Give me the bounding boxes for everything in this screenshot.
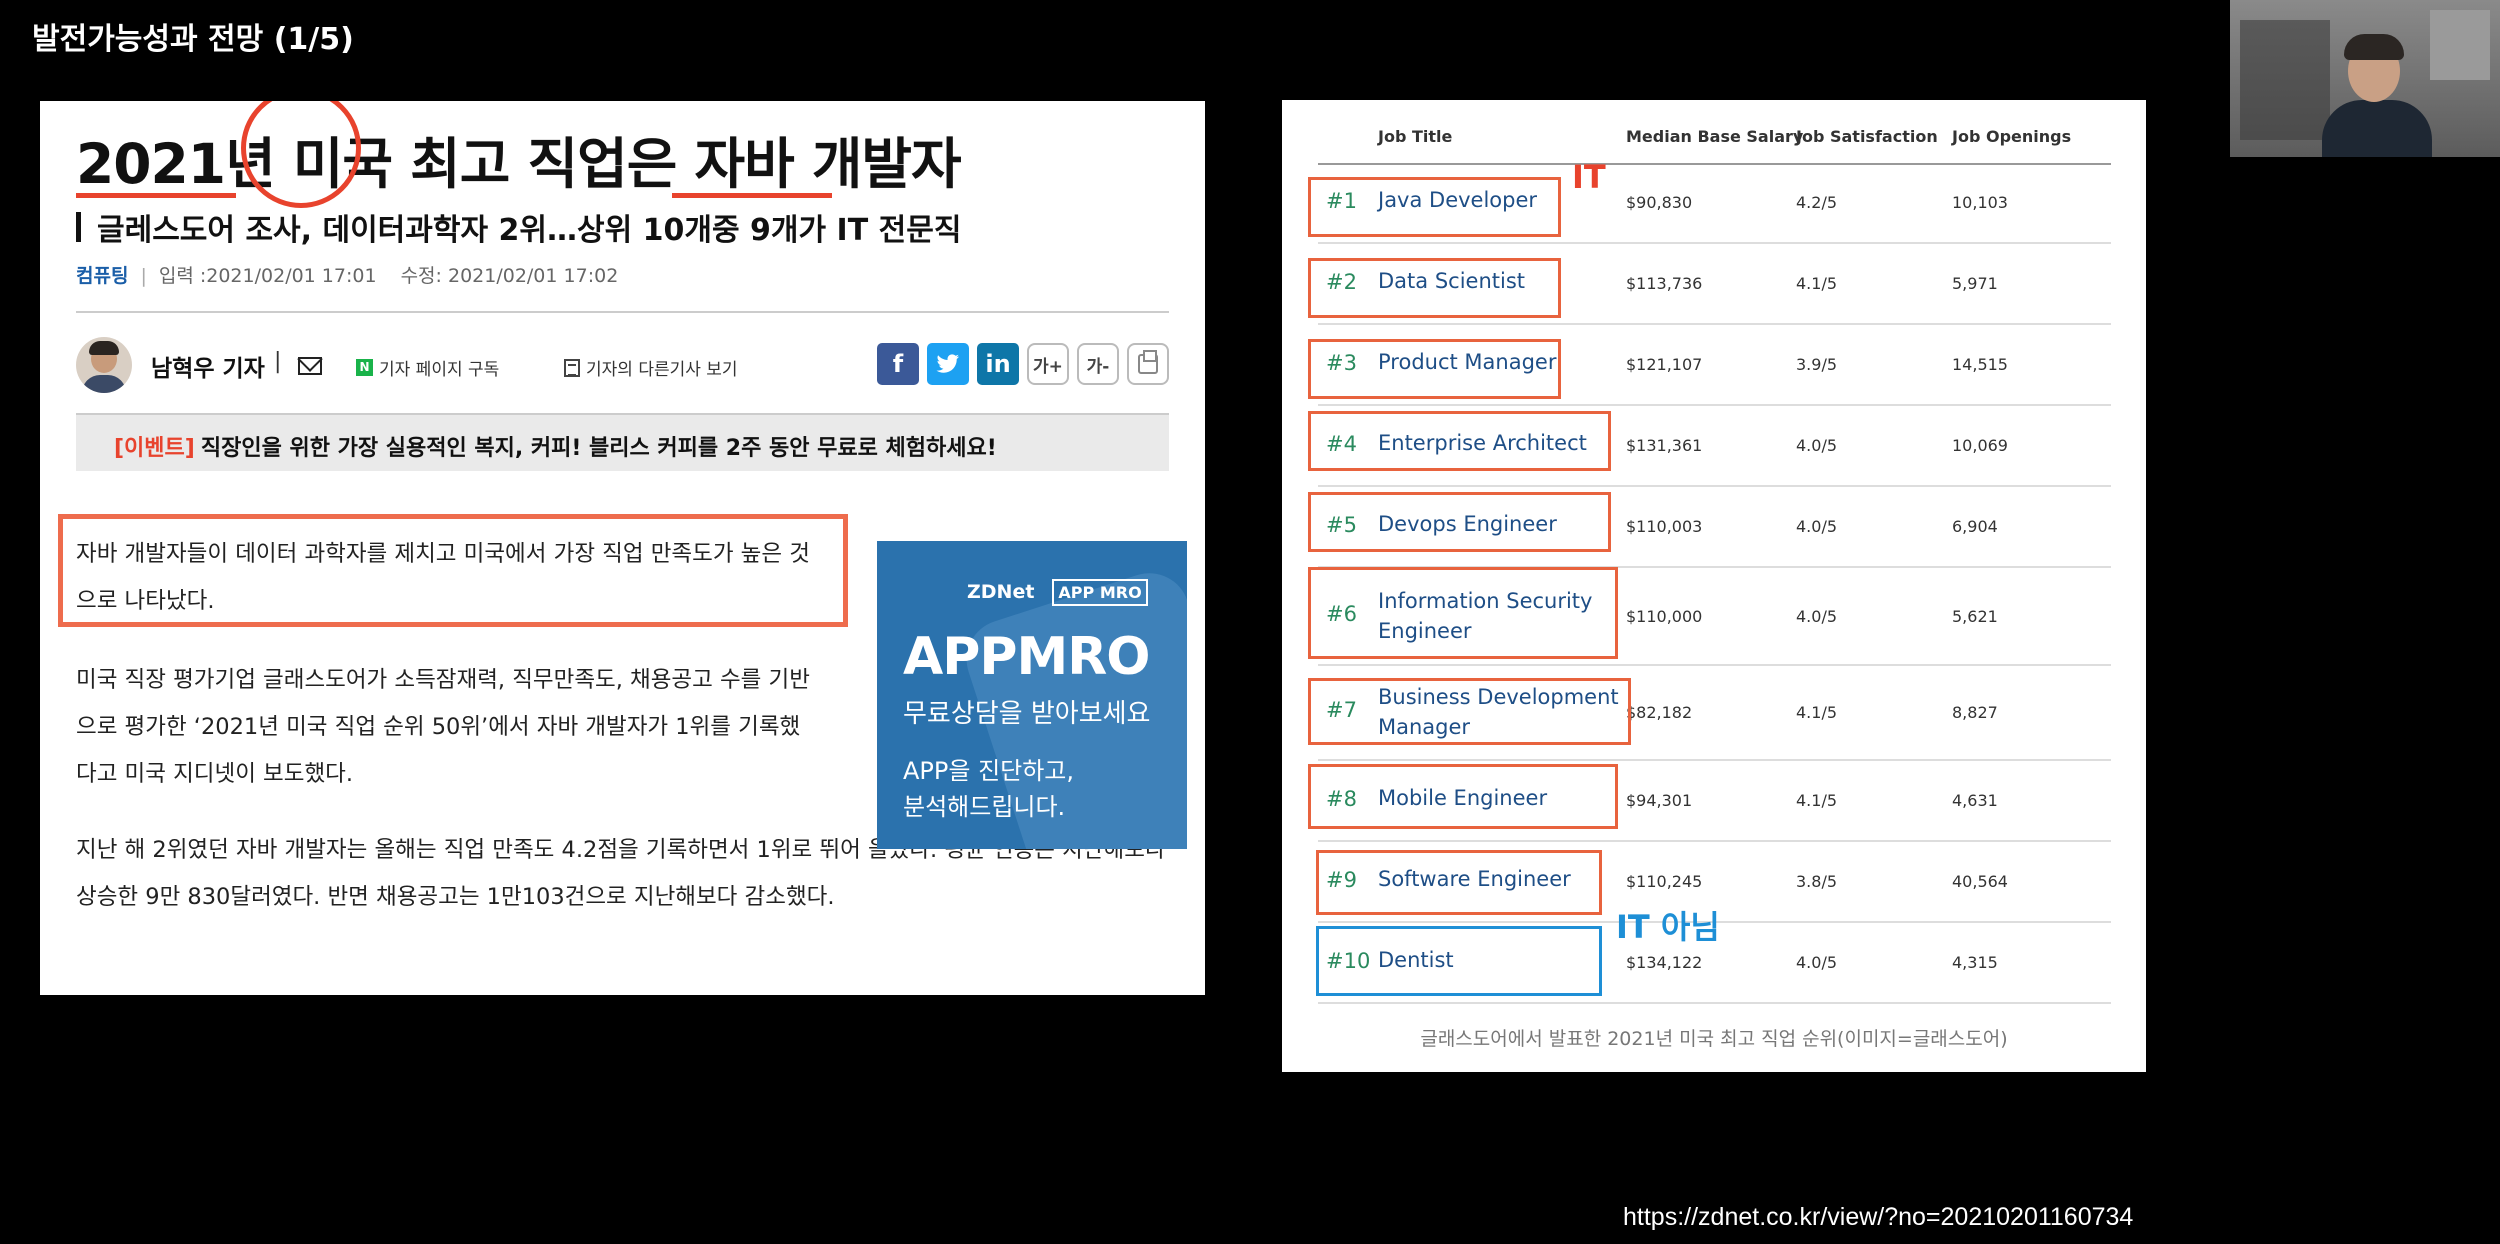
row-salary: $121,107 xyxy=(1626,355,1703,374)
more-articles-link[interactable]: 기자의 다른기사 보기 xyxy=(564,355,738,380)
article-category-link[interactable]: 컴퓨팅 xyxy=(76,265,128,287)
article-input-date: 입력 :2021/02/01 17:01 xyxy=(158,265,377,287)
row-openings: 10,069 xyxy=(1952,436,2008,455)
row-salary: $82,182 xyxy=(1626,703,1693,722)
presenter-webcam xyxy=(2230,0,2500,157)
ad-line-1: APP을 진단하고, xyxy=(903,757,1075,785)
row-openings: 6,904 xyxy=(1952,517,1998,536)
article-subtitle: 글레스도어 조사, 데이터과학자 2위…상위 10개중 9개가 IT 전문직 xyxy=(76,205,961,249)
job-ranking-panel: Job Title Median Base Salary Job Satisfa… xyxy=(1282,100,2146,1072)
byline: 남혁우 기자 | N 기자 페이지 구독 기자의 다른기사 보기 f in 가+… xyxy=(76,333,1169,397)
headline-underline-left xyxy=(76,193,236,198)
more-articles-label: 기자의 다른기사 보기 xyxy=(586,360,738,380)
list-icon xyxy=(564,358,580,377)
article-headline: 2021년 미국 최고 직업은 자바 개발자 xyxy=(76,132,962,196)
ad-subheadline: 무료상담을 받아보세요 xyxy=(903,699,1151,729)
print-button[interactable] xyxy=(1127,343,1169,385)
facebook-share-button[interactable]: f xyxy=(877,343,919,385)
row-satisfaction: 4.0/5 xyxy=(1796,436,1838,455)
ad-line-2: 분석해드립니다. xyxy=(903,793,1066,821)
row-salary: $131,361 xyxy=(1626,436,1703,455)
article-panel: 2021년 미국 최고 직업은 자바 개발자 글레스도어 조사, 데이터과학자 … xyxy=(40,101,1205,995)
source-url: https://zdnet.co.kr/view/?no=20210201160… xyxy=(1623,1203,2134,1231)
highlight-box-rank-2 xyxy=(1308,258,1561,318)
row-satisfaction: 4.0/5 xyxy=(1796,607,1838,626)
highlight-box-rank-5 xyxy=(1308,492,1611,552)
mail-icon[interactable] xyxy=(298,357,322,375)
byline-separator: | xyxy=(274,349,282,374)
row-salary: $110,003 xyxy=(1626,517,1703,536)
not-it-annotation-label: IT 아님 xyxy=(1616,908,1720,946)
row-satisfaction: 3.8/5 xyxy=(1796,872,1838,891)
row-salary: $113,736 xyxy=(1626,274,1703,293)
highlight-box-rank-4 xyxy=(1308,411,1611,471)
event-text: 직장인을 위한 가장 실용적인 복지, 커피! 블리스 커피를 2주 동안 무료… xyxy=(200,436,997,461)
row-openings: 14,515 xyxy=(1952,355,2008,374)
row-satisfaction: 4.0/5 xyxy=(1796,517,1838,536)
row-salary: $94,301 xyxy=(1626,791,1693,810)
share-toolbar: f in 가+ 가- xyxy=(877,343,1169,385)
header-median-salary: Median Base Salary xyxy=(1626,127,1804,146)
row-salary: $134,122 xyxy=(1626,953,1703,972)
row-salary: $90,830 xyxy=(1626,193,1693,212)
twitter-share-button[interactable] xyxy=(927,343,969,385)
row-satisfaction: 4.1/5 xyxy=(1796,791,1838,810)
highlight-box-rank-3 xyxy=(1308,339,1561,399)
subscribe-label: 기자 페이지 구독 xyxy=(379,360,500,380)
naver-icon: N xyxy=(356,359,373,376)
row-salary: $110,245 xyxy=(1626,872,1703,891)
printer-icon xyxy=(1138,350,1158,374)
row-satisfaction: 4.1/5 xyxy=(1796,274,1838,293)
highlight-box-rank-10 xyxy=(1316,926,1602,996)
it-annotation-label: IT xyxy=(1572,158,1606,196)
subtitle-bar xyxy=(76,212,81,242)
ad-headline: APPMRO xyxy=(903,627,1150,687)
font-size-up-button[interactable]: 가+ xyxy=(1027,343,1069,385)
row-openings: 4,631 xyxy=(1952,791,1998,810)
slide-title: 발전가능성과 전망 (1/5) xyxy=(32,22,354,57)
article-meta: 컴퓨팅 | 입력 :2021/02/01 17:01 수정: 2021/02/01 1… xyxy=(76,265,619,287)
row-openings: 4,315 xyxy=(1952,953,1998,972)
subscribe-reporter-link[interactable]: N 기자 페이지 구독 xyxy=(356,355,499,380)
row-satisfaction: 4.2/5 xyxy=(1796,193,1838,212)
reporter-avatar xyxy=(76,337,132,393)
highlight-box-rank-9 xyxy=(1316,850,1602,915)
twitter-bird-icon xyxy=(936,354,959,373)
event-tag: [이벤트] xyxy=(114,436,195,461)
subtitle-text: 글레스도어 조사, 데이터과학자 2위…상위 10개중 9개가 IT 전문직 xyxy=(97,213,962,248)
headline-underline-right xyxy=(672,193,832,198)
font-size-down-button[interactable]: 가- xyxy=(1077,343,1119,385)
ad-logos: ZDNet APP MRO xyxy=(967,579,1148,606)
header-job-title: Job Title xyxy=(1378,127,1453,146)
highlight-box-rank-7 xyxy=(1308,678,1631,745)
row-satisfaction: 4.1/5 xyxy=(1796,703,1838,722)
ranking-caption: 글래스도어에서 발표한 2021년 미국 최고 직업 순위(이미지=글래스도어) xyxy=(1420,1028,2008,1050)
article-modified-date: 수정: 2021/02/01 17:02 xyxy=(400,265,619,287)
row-openings: 10,103 xyxy=(1952,193,2008,212)
row-satisfaction: 3.9/5 xyxy=(1796,355,1838,374)
highlight-box-rank-8 xyxy=(1308,764,1618,829)
header-job-satisfaction: Job Satisfaction xyxy=(1796,127,1938,146)
meta-divider xyxy=(76,311,1169,313)
row-satisfaction: 4.0/5 xyxy=(1796,953,1838,972)
row-openings: 40,564 xyxy=(1952,872,2008,891)
row-salary: $110,000 xyxy=(1626,607,1703,626)
row-openings: 5,971 xyxy=(1952,274,1998,293)
appmro-ad-banner[interactable]: ZDNet APP MRO APPMRO 무료상담을 받아보세요 APP을 진단하… xyxy=(877,541,1187,849)
highlight-box-rank-6 xyxy=(1308,567,1618,659)
article-paragraph-2: 미국 직장 평가기업 글래스도어가 소득잠재력, 직무만족도, 채용공고 수를 … xyxy=(76,667,810,787)
highlight-box-rank-1 xyxy=(1308,177,1561,237)
row-openings: 5,621 xyxy=(1952,607,1998,626)
linkedin-share-button[interactable]: in xyxy=(977,343,1019,385)
event-banner[interactable]: [이벤트] 직장인을 위한 가장 실용적인 복지, 커피! 블리스 커피를 2주 … xyxy=(76,413,1169,471)
row-openings: 8,827 xyxy=(1952,703,1998,722)
article-paragraph-1: 자바 개발자들이 데이터 과학자를 제치고 미국에서 가장 직업 만족도가 높은… xyxy=(76,541,810,614)
header-job-openings: Job Openings xyxy=(1952,127,2072,146)
reporter-name[interactable]: 남혁우 기자 xyxy=(151,349,265,383)
